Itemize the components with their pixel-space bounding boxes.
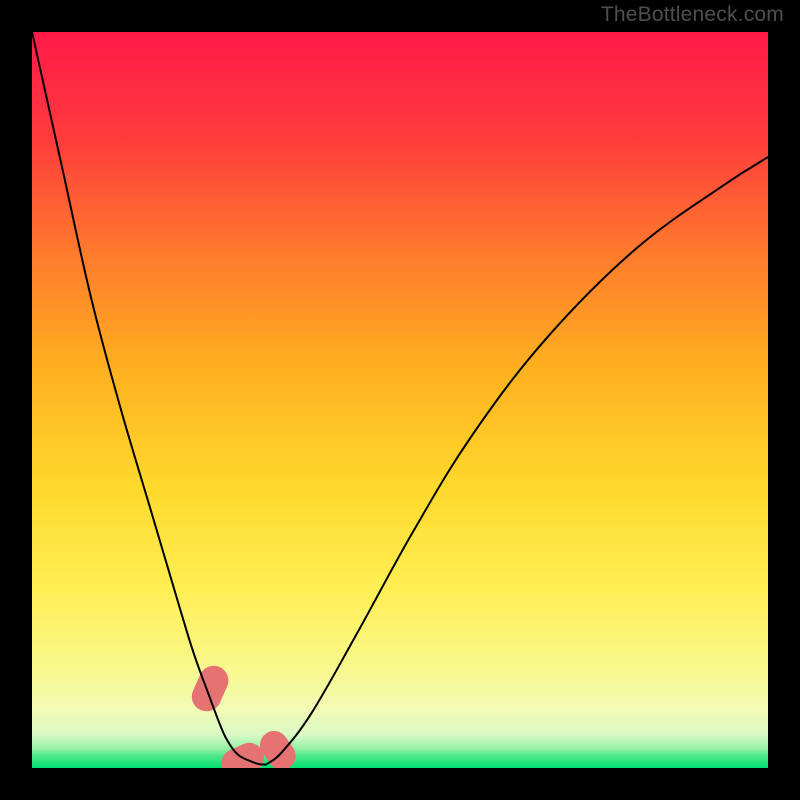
plot-background: [32, 32, 768, 768]
plot-area: [32, 32, 768, 768]
chart-frame: TheBottleneck.com: [0, 0, 800, 800]
chart-svg: [32, 32, 768, 768]
watermark-label: TheBottleneck.com: [601, 3, 784, 27]
